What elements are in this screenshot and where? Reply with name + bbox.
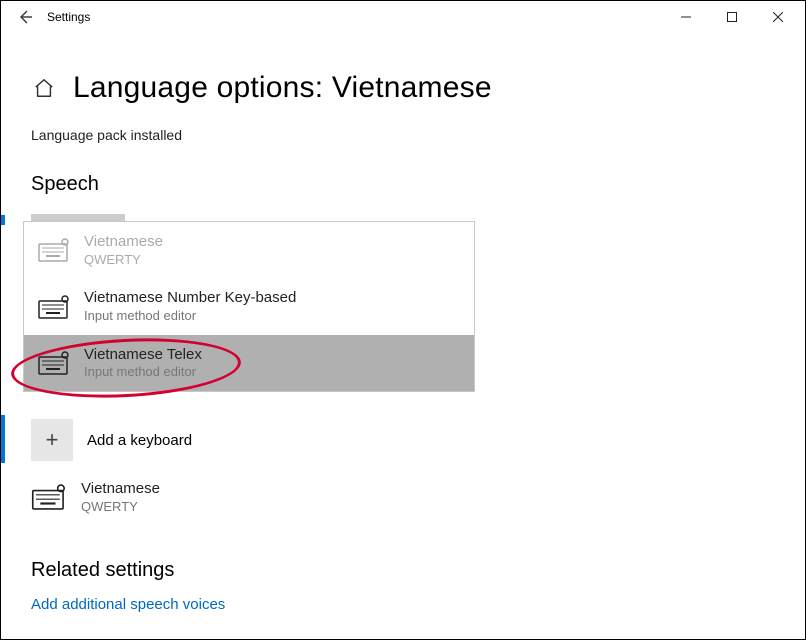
accent-indicator xyxy=(1,415,5,463)
maximize-button[interactable] xyxy=(709,1,755,33)
option-sub: Input method editor xyxy=(84,308,296,325)
keyboard-icon xyxy=(38,238,70,262)
page-title: Language options: Vietnamese xyxy=(73,71,492,105)
option-sub: QWERTY xyxy=(84,252,163,269)
related-heading: Related settings xyxy=(31,559,225,582)
language-pack-status: Language pack installed xyxy=(31,127,775,143)
add-keyboard-button[interactable]: + Add a keyboard xyxy=(31,419,192,461)
keyboard-option-vietnamese-number[interactable]: Vietnamese Number Key-based Input method… xyxy=(24,278,474,334)
plus-icon: + xyxy=(31,419,73,461)
keyboard-entry-vietnamese[interactable]: Vietnamese QWERTY xyxy=(31,479,160,515)
close-icon xyxy=(773,12,783,22)
keyboard-option-vietnamese-qwerty[interactable]: Vietnamese QWERTY xyxy=(24,222,474,278)
arrow-left-icon xyxy=(17,9,33,25)
keyboard-name: Vietnamese xyxy=(81,479,160,499)
related-settings: Related settings Add additional speech v… xyxy=(31,559,225,613)
add-voices-link[interactable]: Add additional speech voices xyxy=(31,596,225,613)
keyboard-icon xyxy=(38,351,70,375)
minimize-icon xyxy=(681,12,691,22)
home-button[interactable] xyxy=(31,75,57,101)
keyboard-dropdown: Vietnamese QWERTY Vietnamese Number Key-… xyxy=(23,221,475,392)
option-name: Vietnamese xyxy=(84,232,163,252)
titlebar: Settings xyxy=(1,1,805,33)
close-button[interactable] xyxy=(755,1,801,33)
option-sub: Input method editor xyxy=(84,364,202,381)
option-name: Vietnamese Number Key-based xyxy=(84,288,296,308)
add-keyboard-label: Add a keyboard xyxy=(87,432,192,449)
window-title: Settings xyxy=(47,10,90,24)
content-area: Language options: Vietnamese Language pa… xyxy=(1,33,805,242)
minimize-button[interactable] xyxy=(663,1,709,33)
keyboard-icon xyxy=(38,295,70,319)
keyboard-icon xyxy=(31,484,67,510)
accent-indicator xyxy=(1,215,5,225)
keyboard-option-vietnamese-telex[interactable]: Vietnamese Telex Input method editor xyxy=(24,335,474,391)
speech-heading: Speech xyxy=(31,173,775,196)
keyboard-sub: QWERTY xyxy=(81,499,160,516)
maximize-icon xyxy=(727,12,737,22)
home-icon xyxy=(33,77,55,99)
window-controls xyxy=(663,1,801,33)
back-button[interactable] xyxy=(5,1,45,33)
option-name: Vietnamese Telex xyxy=(84,345,202,365)
